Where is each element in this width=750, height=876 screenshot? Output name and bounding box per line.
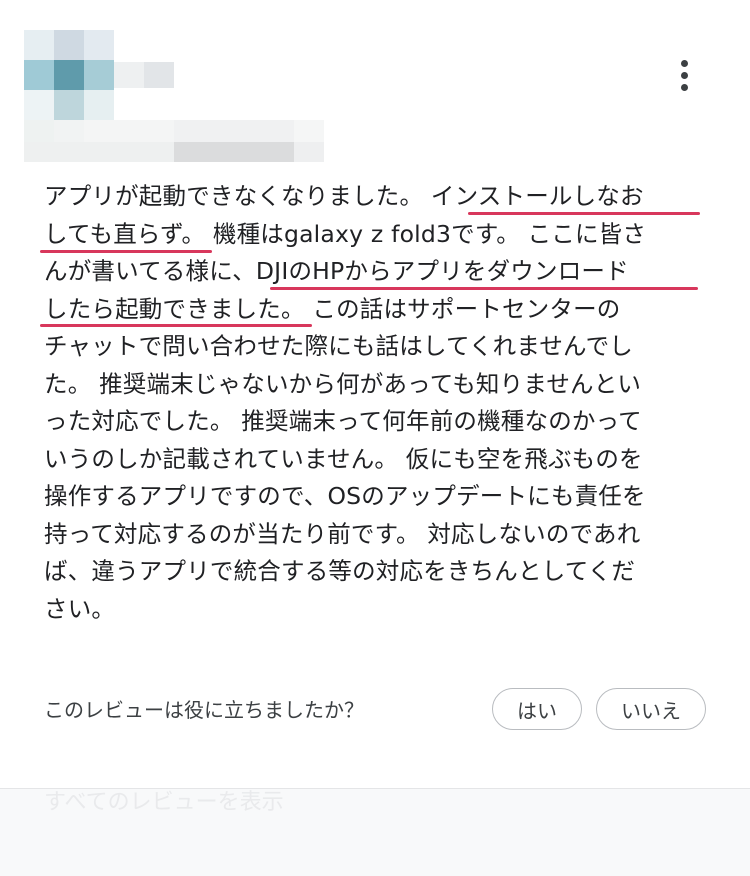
review-line: った対応でした。 推奨端末って何年前の機種なのかって <box>44 407 642 435</box>
helpful-yes-button[interactable]: はい <box>492 688 582 730</box>
review-line: したら起動できました。 この話はサポートセンターの <box>44 294 621 323</box>
more-vert-icon <box>680 59 688 67</box>
review-line: しても直らず。 機種はgalaxy z fold3です。 ここに皆さ <box>44 219 647 248</box>
helpful-no-button[interactable]: いいえ <box>596 688 706 730</box>
helpful-question: このレビューは役に立ちましたか？ <box>44 698 364 722</box>
review-line: チャットで問い合わせた際にも話はしてくれませんでし <box>44 332 633 360</box>
more-vert-icon <box>680 83 688 91</box>
highlight-underline <box>270 287 698 290</box>
highlight-underline <box>40 250 212 253</box>
highlight-underline <box>40 324 312 327</box>
more-vert-icon <box>680 71 688 79</box>
highlight-underline <box>468 212 700 215</box>
review-line: いうのしか記載されていません。 仮にも空を飛ぶものを <box>44 444 643 473</box>
reviewer-header <box>0 0 750 175</box>
more-options-button[interactable] <box>664 55 704 95</box>
review-line: アプリが起動できなくなりました。 インストールしなお <box>44 182 644 210</box>
review-line: んが書いてる様に、DJIのHPからアプリをダウンロード <box>44 257 629 285</box>
review-line: ば、違うアプリで統合する等の対応をきちんとしてくだ <box>44 557 636 585</box>
review-line: た。 推奨端末じゃないから何があっても知りませんとい <box>44 369 642 398</box>
review-line: 操作するアプリですので、OSのアップデートにも責任を <box>44 482 646 510</box>
show-all-reviews-link[interactable]: すべてのレビューを表示 <box>44 789 284 817</box>
review-line: さい。 <box>44 594 116 623</box>
review-line: 持って対応するのが当たり前です。 対応しないのであれ <box>44 519 641 548</box>
footer-bar: すべてのレビューを表示 <box>0 788 750 876</box>
review-text: アプリが起動できなくなりました。 インストールしなお しても直らず。 機種はga… <box>40 178 714 628</box>
